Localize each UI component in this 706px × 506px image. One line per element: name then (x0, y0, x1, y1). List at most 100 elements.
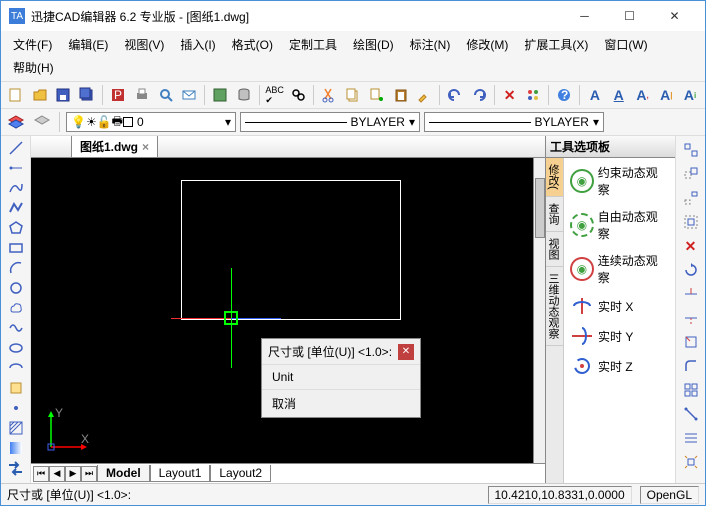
undo-icon[interactable] (444, 84, 466, 106)
mirror-icon[interactable] (680, 188, 702, 208)
align-icon[interactable] (680, 140, 702, 160)
context-item-unit[interactable]: Unit (262, 364, 420, 389)
menu-draw[interactable]: 绘图(D) (345, 33, 402, 56)
menu-file[interactable]: 文件(F) (5, 33, 60, 56)
select-icon[interactable] (523, 84, 545, 106)
circle-icon[interactable] (5, 280, 27, 297)
menu-format[interactable]: 格式(O) (224, 33, 281, 56)
point-icon[interactable] (5, 399, 27, 416)
tab-close-icon[interactable]: × (142, 140, 149, 154)
textstyle-5-icon[interactable]: Ai (679, 84, 701, 106)
menu-insert[interactable]: 插入(I) (172, 33, 223, 56)
menu-edit[interactable]: 编辑(E) (60, 33, 116, 56)
textstyle-3-icon[interactable]: A, (632, 84, 654, 106)
layer2-icon[interactable] (31, 111, 53, 133)
context-close-button[interactable]: ✕ (398, 344, 414, 360)
palette-tab-query[interactable]: 查询 (546, 197, 563, 232)
layout-tab-model[interactable]: Model (97, 465, 150, 482)
delete-icon[interactable]: ✕ (680, 236, 702, 256)
help-icon[interactable]: ? (553, 84, 575, 106)
layer-icon[interactable] (5, 111, 27, 133)
paste-icon[interactable] (390, 84, 412, 106)
explode-icon[interactable] (680, 452, 702, 472)
find-icon[interactable] (288, 84, 310, 106)
menu-view[interactable]: 视图(V) (116, 33, 172, 56)
swap-icon[interactable] (5, 459, 27, 479)
image-icon[interactable] (209, 84, 231, 106)
textstyle-4-icon[interactable]: A| (655, 84, 677, 106)
db-icon[interactable] (233, 84, 255, 106)
menu-dim[interactable]: 标注(N) (402, 33, 459, 56)
arc-icon[interactable] (5, 260, 27, 277)
move-icon[interactable] (680, 164, 702, 184)
pdf-icon[interactable]: P (107, 84, 129, 106)
tab-last-icon[interactable]: ⏭ (81, 466, 97, 482)
menu-custom[interactable]: 定制工具 (281, 33, 345, 56)
break-icon[interactable] (680, 332, 702, 352)
preview-icon[interactable] (155, 84, 177, 106)
erase-icon[interactable]: ✕ (499, 84, 521, 106)
spline-icon[interactable] (5, 180, 27, 197)
scale-icon[interactable] (680, 428, 702, 448)
palette-item-continuous[interactable]: ◉连续动态观察 (568, 250, 671, 288)
lineweight-combo[interactable]: BYLAYER ▾ (424, 112, 604, 132)
redo-icon[interactable] (468, 84, 490, 106)
layout-tab-2[interactable]: Layout2 (210, 465, 271, 482)
minimize-button[interactable]: ─ (562, 2, 607, 30)
trim-icon[interactable] (680, 284, 702, 304)
rotate-icon[interactable] (680, 260, 702, 280)
palette-tab-3dorbit[interactable]: 三维动态观察 (546, 267, 563, 346)
palette-item-rtx[interactable]: 实时 X (568, 294, 671, 318)
layout-tab-1[interactable]: Layout1 (150, 465, 211, 482)
rect-icon[interactable] (5, 240, 27, 257)
ellipsearc-icon[interactable] (5, 359, 27, 376)
palette-item-free[interactable]: ◉自由动态观察 (568, 206, 671, 244)
line-icon[interactable] (5, 140, 27, 157)
linetype-combo[interactable]: BYLAYER ▾ (240, 112, 420, 132)
menu-modify[interactable]: 修改(M) (458, 33, 516, 56)
tab-prev-icon[interactable]: ◀ (49, 466, 65, 482)
palette-item-rty[interactable]: 实时 Y (568, 324, 671, 348)
stretch-icon[interactable] (680, 404, 702, 424)
spell-icon[interactable]: ABC✔ (264, 84, 286, 106)
menu-window[interactable]: 窗口(W) (596, 33, 655, 56)
copy-icon[interactable] (342, 84, 364, 106)
chamfer-icon[interactable] (680, 380, 702, 400)
menu-ext[interactable]: 扩展工具(X) (516, 33, 596, 56)
offset-icon[interactable] (680, 212, 702, 232)
document-tab[interactable]: 图纸1.dwg × (71, 136, 158, 157)
palette-item-rtz[interactable]: 实时 Z (568, 354, 671, 378)
block-icon[interactable] (5, 379, 27, 396)
context-item-cancel[interactable]: 取消 (262, 389, 420, 417)
matchprop-icon[interactable] (413, 84, 435, 106)
fillet-icon[interactable] (680, 356, 702, 376)
open-icon[interactable] (29, 84, 51, 106)
tab-first-icon[interactable]: ⏮ (33, 466, 49, 482)
copyref-icon[interactable] (366, 84, 388, 106)
tab-next-icon[interactable]: ▶ (65, 466, 81, 482)
spline2-icon[interactable] (5, 319, 27, 336)
save-icon[interactable] (53, 84, 75, 106)
textstyle-2-icon[interactable]: A (608, 84, 630, 106)
palette-tab-modify[interactable]: 修改( (546, 158, 563, 197)
polygon-icon[interactable] (5, 220, 27, 237)
vscrollbar[interactable] (533, 158, 545, 463)
textstyle-1-icon[interactable]: A (584, 84, 606, 106)
gradient-icon[interactable] (5, 439, 27, 456)
hatch-icon[interactable] (5, 419, 27, 436)
polyline-icon[interactable] (5, 200, 27, 217)
drawing-canvas[interactable]: 尺寸或 [单位(U)] <1.0>: ✕ Unit 取消 Y X (31, 158, 545, 463)
extend-icon[interactable] (680, 308, 702, 328)
palette-tab-view[interactable]: 视图 (546, 232, 563, 267)
menu-help[interactable]: 帮助(H) (5, 56, 62, 79)
ray-icon[interactable] (5, 160, 27, 177)
ellipse-icon[interactable] (5, 339, 27, 356)
saveall-icon[interactable] (76, 84, 98, 106)
layer-combo[interactable]: 💡 ☀ 🔓 🖶 0 ▾ (66, 112, 236, 132)
new-icon[interactable] (5, 84, 27, 106)
maximize-button[interactable]: ☐ (607, 2, 652, 30)
email-icon[interactable] (178, 84, 200, 106)
print-icon[interactable] (131, 84, 153, 106)
close-button[interactable]: ✕ (652, 2, 697, 30)
cut-icon[interactable] (318, 84, 340, 106)
